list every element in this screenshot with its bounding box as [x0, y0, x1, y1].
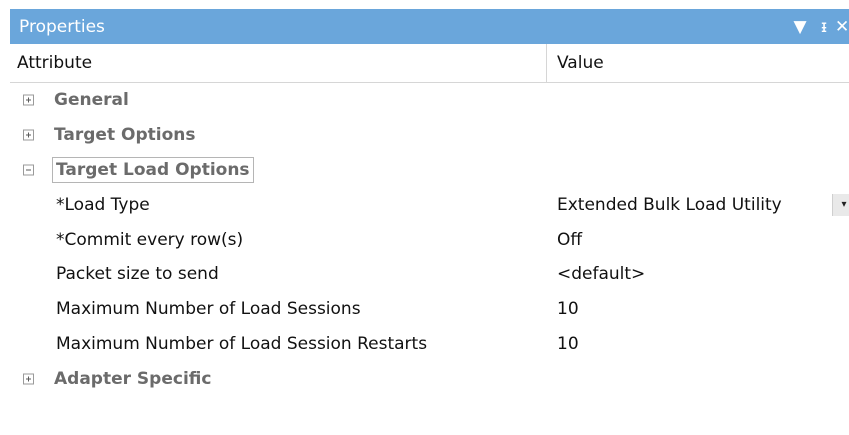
dropdown-arrow-icon[interactable]: ▾ — [832, 193, 849, 216]
property-row-max-load-sessions[interactable]: Maximum Number of Load Sessions 10 — [10, 292, 849, 327]
window-menu-dropdown-icon[interactable]: ▼ — [787, 9, 813, 44]
property-value[interactable]: <default> — [547, 264, 849, 284]
property-value[interactable]: Off — [547, 230, 849, 250]
collapse-icon[interactable] — [23, 164, 34, 176]
property-row-load-type[interactable]: *Load Type Extended Bulk Load Utility ▾ — [10, 187, 849, 222]
grid-header: Attribute Value — [10, 44, 849, 83]
attribute-column-header[interactable]: Attribute — [10, 44, 547, 82]
group-label: Target Load Options — [52, 156, 254, 183]
property-value[interactable]: 10 — [547, 334, 849, 354]
property-value-select[interactable]: Extended Bulk Load Utility ▾ — [547, 193, 849, 216]
pin-icon[interactable]: ᵻ — [813, 9, 835, 44]
group-general[interactable]: General — [10, 83, 849, 118]
group-label: Target Options — [54, 125, 196, 146]
panel-title: Properties — [19, 16, 105, 37]
expand-icon[interactable] — [23, 94, 34, 106]
group-adapter-specific[interactable]: Adapter Specific — [10, 361, 849, 396]
property-row-max-load-session-restarts[interactable]: Maximum Number of Load Session Restarts … — [10, 327, 849, 362]
property-name: *Commit every row(s) — [56, 229, 244, 250]
group-label: General — [54, 90, 129, 111]
group-target-options[interactable]: Target Options — [10, 118, 849, 153]
property-value[interactable]: 10 — [547, 299, 849, 319]
property-name: *Load Type — [56, 194, 150, 215]
property-rows: General Target Options Target Load Optio… — [10, 83, 849, 396]
properties-panel: Properties ▼ ᵻ ✕ Attribute Value General… — [10, 9, 849, 435]
property-value: Extended Bulk Load Utility — [557, 194, 782, 215]
expand-icon[interactable] — [23, 129, 34, 141]
titlebar-controls: ▼ ᵻ ✕ — [787, 9, 849, 44]
property-row-packet-size[interactable]: Packet size to send <default> — [10, 257, 849, 292]
value-column-header[interactable]: Value — [547, 44, 604, 82]
close-icon[interactable]: ✕ — [835, 9, 849, 44]
property-name: Maximum Number of Load Sessions — [56, 299, 361, 320]
group-target-load-options[interactable]: Target Load Options — [10, 153, 849, 188]
group-label: Adapter Specific — [54, 368, 212, 389]
property-row-commit-every-rows[interactable]: *Commit every row(s) Off — [10, 222, 849, 257]
expand-icon[interactable] — [23, 373, 34, 385]
panel-titlebar: Properties ▼ ᵻ ✕ — [10, 9, 849, 44]
property-name: Maximum Number of Load Session Restarts — [56, 333, 428, 354]
property-name: Packet size to send — [56, 264, 219, 285]
